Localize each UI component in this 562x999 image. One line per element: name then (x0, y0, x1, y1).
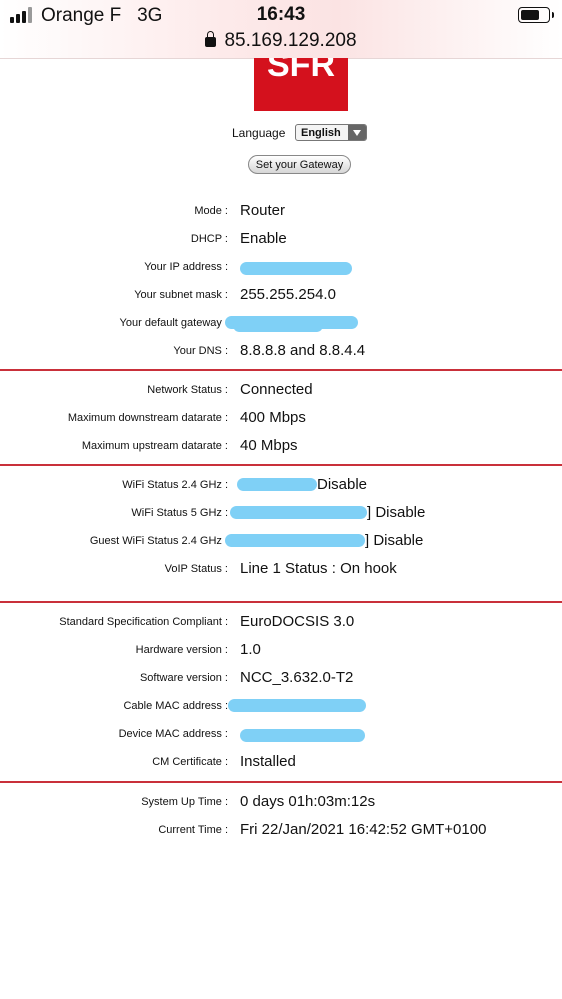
subnet-mask-value: 255.255.254.0 (240, 286, 336, 303)
guest-wifi-24ghz-value: ] Disable (365, 532, 424, 549)
mode-label: Mode : (194, 205, 228, 217)
mode-value: Router (240, 202, 286, 219)
wifi-5ghz-label: WiFi Status 5 GHz : (131, 507, 228, 519)
row-current-time: Current Time : Fri 22/Jan/2021 16:42:52 G… (0, 820, 562, 840)
row-max-upstream: Maximum upstream datarate : 40 Mbps (0, 436, 562, 456)
network-status-label: Network Status : (147, 384, 228, 396)
clock: 16:43 (256, 4, 306, 25)
max-downstream-value: 400 Mbps (240, 409, 306, 426)
default-gateway-label: Your default gateway : (119, 317, 228, 329)
hardware-version-label: Hardware version : (135, 644, 228, 656)
lock-icon (205, 31, 217, 47)
system-uptime-label: System Up Time : (141, 796, 228, 808)
row-default-gateway: Your default gateway : (0, 313, 562, 333)
ip-address-label: Your IP address : (144, 261, 228, 273)
current-time-label: Current Time : (158, 824, 228, 836)
max-upstream-label: Maximum upstream datarate : (81, 440, 228, 452)
url-text: 85.169.129.208 (224, 30, 357, 51)
battery-icon (518, 7, 554, 23)
dhcp-value: Enable (240, 230, 287, 247)
cm-certificate-value: Installed (240, 753, 296, 770)
subnet-mask-label: Your subnet mask : (134, 289, 228, 301)
hardware-version-value: 1.0 (240, 641, 261, 658)
row-network-status: Network Status : Connected (0, 380, 562, 400)
current-time-value: Fri 22/Jan/2021 16:42:52 GMT+0100 (240, 821, 487, 838)
system-uptime-value: 0 days 01h:03m:12s (240, 793, 376, 810)
row-spec-compliant: Standard Specification Compliant : EuroDO… (0, 612, 562, 632)
row-dns: Your DNS : 8.8.8.8 and 8.8.4.4 (0, 341, 562, 361)
redaction-mark (237, 478, 317, 491)
max-downstream-label: Maximum downstream datarate : (67, 412, 228, 424)
row-software-version: Software version : NCC_3.632.0-T2 (0, 668, 562, 688)
row-max-downstream: Maximum downstream datarate : 400 Mbps (0, 408, 562, 428)
row-dhcp: DHCP : Enable (0, 229, 562, 249)
language-label: Language (232, 126, 286, 140)
row-mode: Mode : Router (0, 201, 562, 221)
row-subnet-mask: Your subnet mask : 255.255.254.0 (0, 285, 562, 305)
network-status-value: Connected (240, 381, 313, 398)
software-version-value: NCC_3.632.0-T2 (240, 669, 354, 686)
row-hardware-version: Hardware version : 1.0 (0, 640, 562, 660)
section-divider (0, 464, 562, 466)
software-version-label: Software version : (139, 672, 228, 684)
redaction-mark (225, 534, 365, 547)
row-guest-wifi-24ghz: Guest WiFi Status 2.4 GHz : ] Disable (0, 531, 562, 551)
redaction-mark (230, 506, 367, 519)
redaction-mark (240, 262, 352, 275)
wifi-24ghz-value: Disable (317, 476, 368, 493)
set-gateway-button[interactable]: Set your Gateway (248, 155, 351, 174)
dhcp-label: DHCP : (190, 233, 228, 245)
spec-compliant-label: Standard Specification Compliant : (59, 616, 228, 628)
redaction-mark (240, 729, 365, 742)
section-divider (0, 781, 562, 783)
language-selected-value: English (301, 127, 341, 139)
redaction-mark (228, 699, 366, 712)
cm-certificate-label: CM Certificate : (152, 756, 228, 768)
row-cable-mac: Cable MAC address : (0, 696, 562, 716)
address-bar[interactable]: 85.169.129.208 (0, 30, 562, 52)
section-divider (0, 601, 562, 603)
row-ip-address: Your IP address : (0, 257, 562, 277)
guest-wifi-24ghz-label: Guest WiFi Status 2.4 GHz : (89, 535, 228, 547)
dns-value: 8.8.8.8 and 8.8.4.4 (240, 342, 366, 359)
cable-mac-label: Cable MAC address : (123, 700, 228, 712)
chevron-down-icon (348, 125, 366, 140)
dns-label: Your DNS : (173, 345, 228, 357)
wifi-5ghz-value: ] Disable (367, 504, 426, 521)
wifi-24ghz-label: WiFi Status 2.4 GHz : (122, 479, 228, 491)
max-upstream-value: 40 Mbps (240, 437, 298, 454)
sfr-logo: SFR (254, 58, 348, 111)
language-select[interactable]: English (295, 124, 367, 141)
redaction-mark (233, 319, 323, 332)
status-bar: Orange F 3G 16:43 85.169.129.208 (0, 0, 562, 59)
row-device-mac: Device MAC address : (0, 724, 562, 744)
row-wifi-24ghz: WiFi Status 2.4 GHz : Disable (0, 475, 562, 495)
row-voip-status: VoIP Status : Line 1 Status : On hook (0, 559, 562, 579)
row-cm-certificate: CM Certificate : Installed (0, 752, 562, 772)
spec-compliant-value: EuroDOCSIS 3.0 (240, 613, 355, 630)
voip-status-value: Line 1 Status : On hook (240, 560, 397, 577)
row-wifi-5ghz: WiFi Status 5 GHz : ] Disable (0, 503, 562, 523)
device-mac-label: Device MAC address : (118, 728, 228, 740)
voip-status-label: VoIP Status : (164, 563, 228, 575)
section-divider (0, 369, 562, 371)
row-system-uptime: System Up Time : 0 days 01h:03m:12s (0, 792, 562, 812)
